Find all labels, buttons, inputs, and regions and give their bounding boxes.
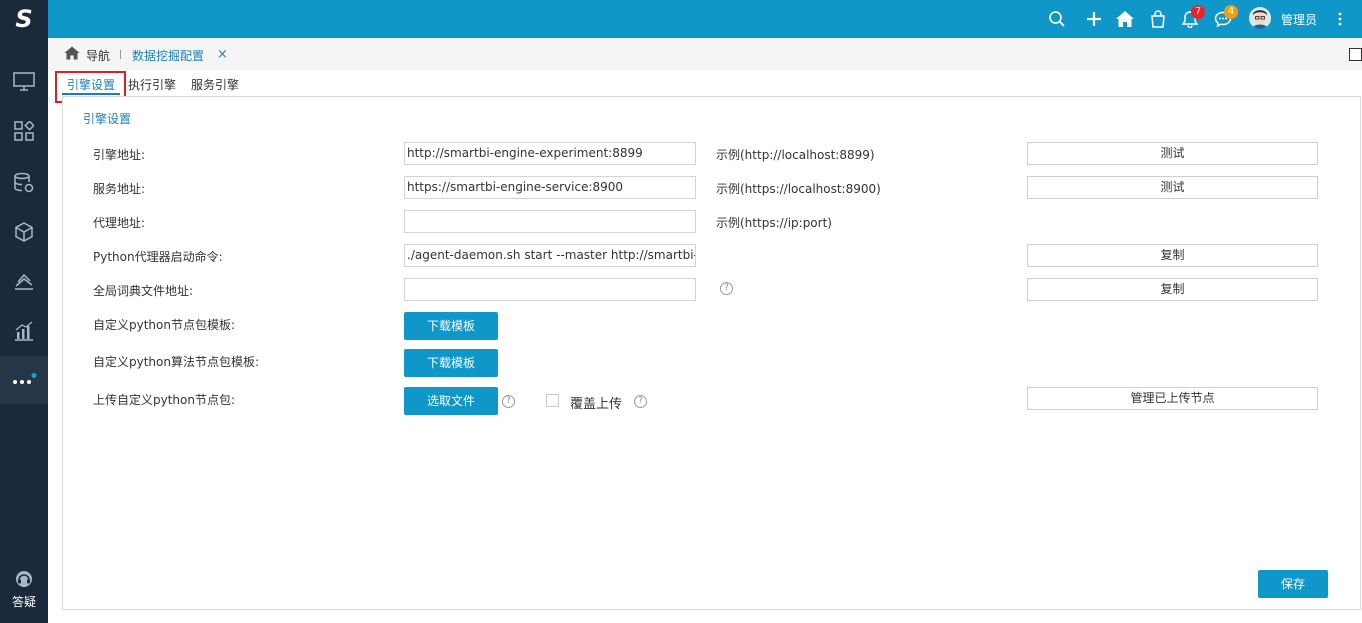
apps-grid-icon (14, 121, 34, 141)
global-dict-label: 全局词典文件地址: (93, 284, 194, 298)
sidebar: 答疑 (0, 38, 48, 623)
engine-address-test-button[interactable]: 测试 (1027, 142, 1318, 165)
message-badge: 4 (1224, 5, 1238, 19)
choose-file-button[interactable]: 选取文件 (404, 387, 498, 415)
download-algo-template-button[interactable]: 下载模板 (404, 349, 498, 377)
sidebar-item-more[interactable] (0, 356, 48, 404)
user-avatar[interactable] (1249, 7, 1271, 29)
global-dict-copy-button[interactable]: 复制 (1027, 278, 1318, 301)
nav-home-label[interactable]: 导航 (86, 47, 110, 64)
proxy-address-input[interactable] (404, 210, 696, 233)
layers-chart-icon (15, 273, 33, 290)
engine-address-input[interactable]: http://smartbi-engine-experiment:8899 (404, 142, 696, 165)
tab-service-engine[interactable]: 服务引擎 (191, 76, 239, 93)
help-label: 答疑 (11, 595, 36, 609)
nav-separator (120, 50, 121, 59)
save-button[interactable]: 保存 (1258, 570, 1328, 598)
overwrite-upload-help-icon[interactable]: ? (634, 395, 647, 408)
engine-address-example: 示例(http://localhost:8899) (716, 148, 875, 162)
section-title: 引擎设置 (83, 112, 132, 126)
top-bar: S 7 4 管理员 (0, 0, 1362, 38)
engine-address-label: 引擎地址: (93, 148, 146, 162)
download-node-template-button[interactable]: 下载模板 (404, 312, 498, 340)
manage-uploaded-nodes-button[interactable]: 管理已上传节点 (1027, 387, 1318, 410)
sidebar-item-database[interactable] (0, 159, 48, 207)
service-address-label: 服务地址: (93, 182, 146, 196)
monitor-icon (13, 72, 35, 91)
sidebar-item-mining[interactable] (0, 258, 48, 306)
notification-badge: 7 (1191, 5, 1205, 19)
global-dict-input[interactable] (404, 278, 696, 301)
choose-file-help-icon[interactable]: ? (502, 395, 515, 408)
upload-python-pkg-label: 上传自定义python节点包: (93, 393, 236, 407)
tab-execution-engine[interactable]: 执行引擎 (128, 76, 176, 93)
service-address-input[interactable]: https://smartbi-engine-service:8900 (404, 176, 696, 199)
logo-text: S (15, 5, 33, 33)
help-qa[interactable]: 答疑 (0, 566, 48, 616)
python-agent-cmd-copy-button[interactable]: 复制 (1027, 244, 1318, 267)
more-vertical-icon[interactable] (1329, 8, 1351, 30)
service-address-example: 示例(https://localhost:8900) (716, 182, 881, 196)
service-address-test-button[interactable]: 测试 (1027, 176, 1318, 199)
maximize-icon[interactable] (1349, 48, 1362, 61)
cube-icon (15, 222, 33, 242)
custom-python-algo-tpl-label: 自定义python算法节点包模板: (93, 355, 260, 369)
notification-bell-icon[interactable]: 7 (1179, 5, 1205, 30)
search-icon[interactable] (1046, 8, 1068, 30)
overwrite-upload-checkbox[interactable] (546, 394, 559, 407)
add-icon[interactable] (1083, 8, 1105, 30)
global-dict-help-icon[interactable]: ? (720, 282, 733, 295)
app-logo[interactable]: S (0, 0, 48, 38)
nav-tab-close-icon[interactable]: × (217, 47, 228, 62)
more-horizontal-icon (13, 373, 37, 384)
shop-bag-icon[interactable] (1147, 8, 1169, 30)
sidebar-item-apps[interactable] (0, 107, 48, 155)
nav-bar: 导航 数据挖掘配置 × (48, 38, 1362, 70)
sidebar-item-analytics[interactable] (0, 307, 48, 355)
bar-chart-icon (15, 321, 33, 341)
home-icon[interactable] (1114, 8, 1136, 30)
message-chat-icon[interactable]: 4 (1212, 5, 1238, 30)
headset-icon (16, 571, 32, 587)
user-name[interactable]: 管理员 (1281, 11, 1317, 28)
custom-python-node-tpl-label: 自定义python节点包模板: (93, 318, 236, 332)
python-agent-cmd-input[interactable]: ./agent-daemon.sh start --master http://… (404, 244, 696, 267)
proxy-address-example: 示例(https://ip:port) (716, 216, 832, 230)
sidebar-item-cube[interactable] (0, 208, 48, 256)
overwrite-upload-label: 覆盖上传 (570, 397, 623, 412)
engine-settings-panel: 引擎设置 引擎地址: http://smartbi-engine-experim… (62, 96, 1361, 610)
sidebar-item-monitor[interactable] (0, 58, 48, 106)
python-agent-cmd-label: Python代理器启动命令: (93, 250, 223, 264)
proxy-address-label: 代理地址: (93, 216, 146, 230)
home-nav-icon[interactable] (64, 46, 80, 63)
nav-tab-data-mining-config[interactable]: 数据挖掘配置 (132, 47, 204, 64)
database-settings-icon (14, 172, 34, 193)
